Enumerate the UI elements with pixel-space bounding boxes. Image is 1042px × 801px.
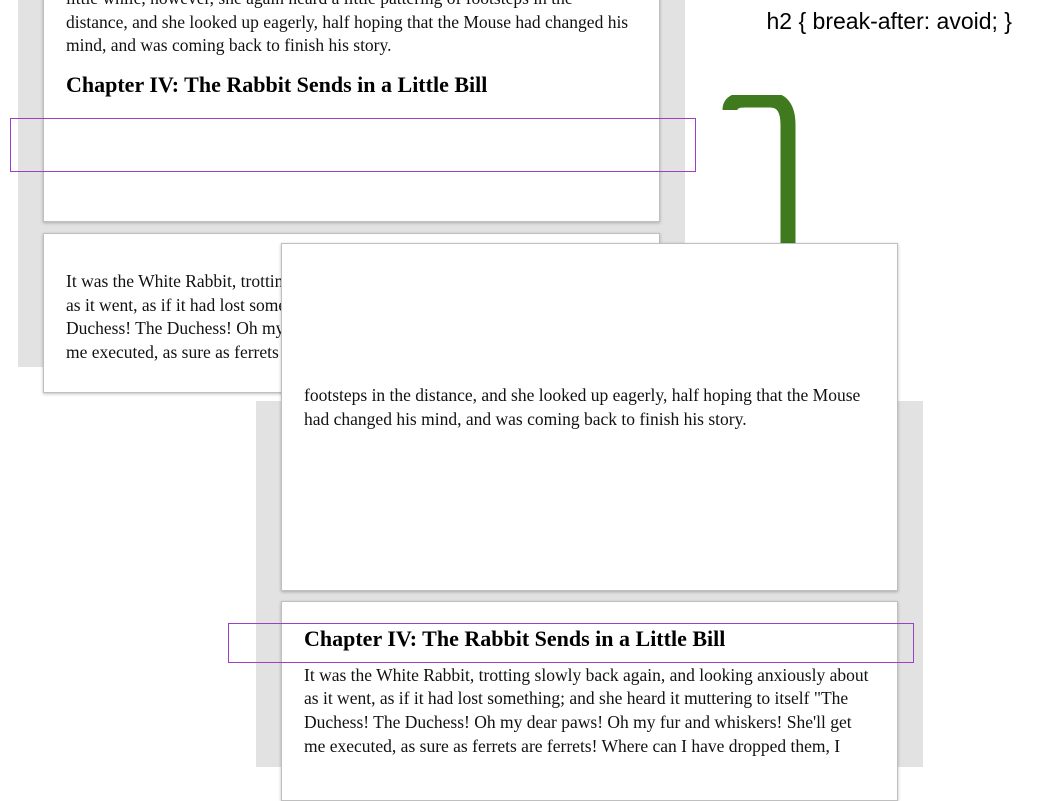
css-rule-label: h2 { break-after: avoid; } xyxy=(767,8,1013,35)
following-paragraph: It was the White Rabbit, trotting slowly… xyxy=(304,664,875,759)
chapter-heading: Chapter IV: The Rabbit Sends in a Little… xyxy=(304,624,875,654)
preceding-paragraph: footsteps in the distance, and she looke… xyxy=(304,384,875,431)
chapter-heading: Chapter IV: The Rabbit Sends in a Little… xyxy=(66,70,637,100)
after-page-1: footsteps in the distance, and she looke… xyxy=(281,243,898,591)
after-page-2: Chapter IV: The Rabbit Sends in a Little… xyxy=(281,601,898,801)
before-page-1: little while, however, she again heard a… xyxy=(43,0,660,222)
after-viewport: footsteps in the distance, and she looke… xyxy=(256,401,923,767)
preceding-paragraph: little while, however, she again heard a… xyxy=(66,0,637,58)
